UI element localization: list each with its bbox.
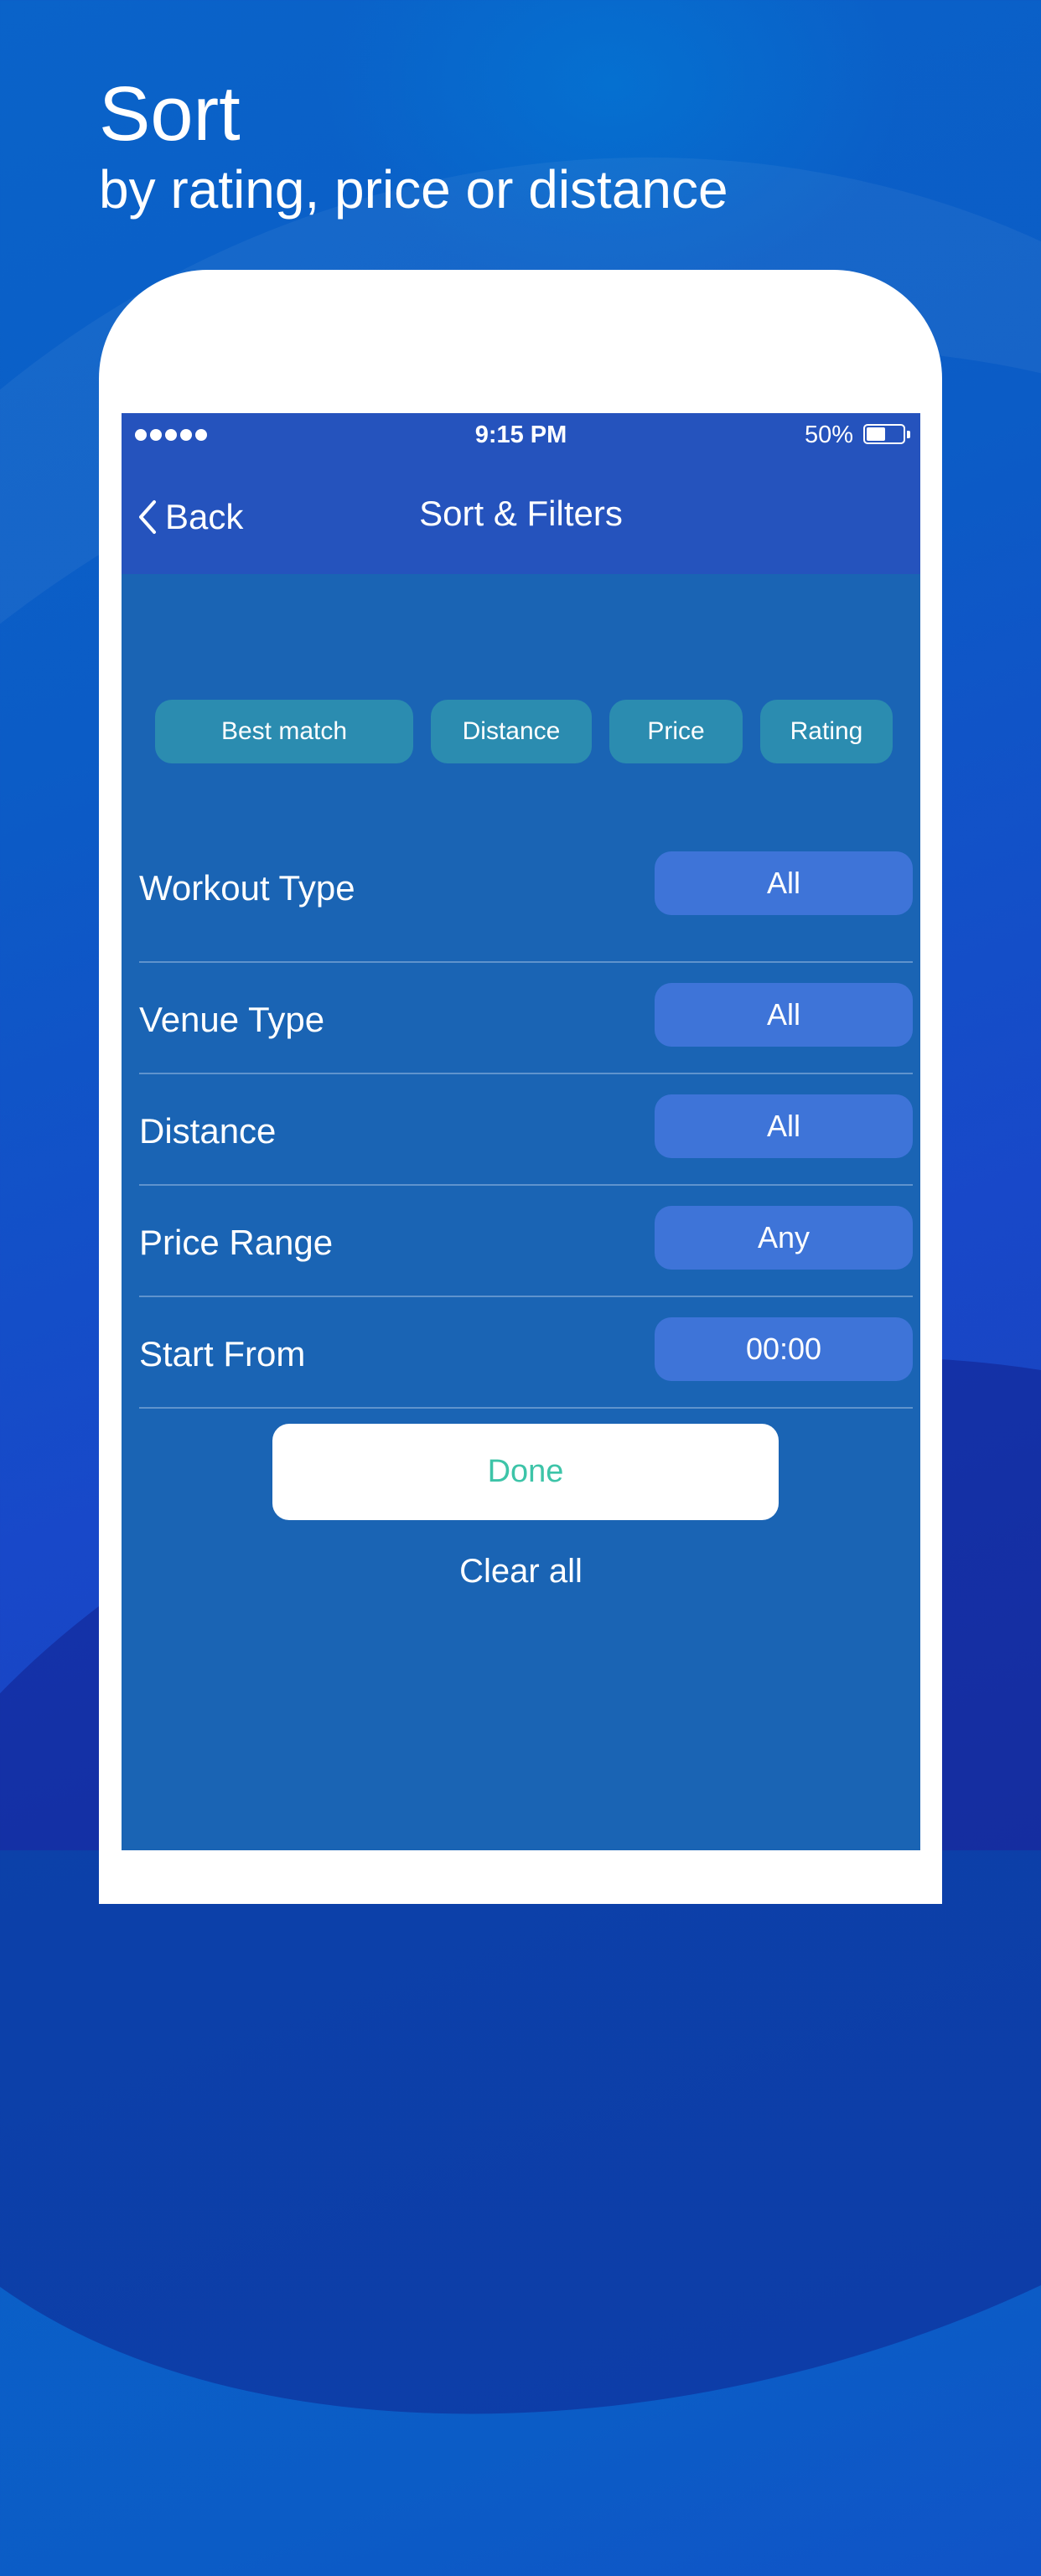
- filter-row-distance: Distance All: [139, 1074, 913, 1186]
- sort-options: Best match Distance Price Rating: [155, 700, 893, 763]
- filter-row-venue-type: Venue Type All: [139, 963, 913, 1074]
- page-title: Sort & Filters: [419, 494, 623, 533]
- start-time-select[interactable]: 00:00: [655, 1317, 913, 1381]
- done-button[interactable]: Done: [272, 1424, 779, 1520]
- clear-all-button[interactable]: Clear all: [122, 1553, 920, 1591]
- promo-headline: Sort by rating, price or distance: [99, 70, 728, 221]
- filter-label: Workout Type: [139, 868, 355, 908]
- sort-rating-button[interactable]: Rating: [760, 700, 893, 763]
- workout-type-select[interactable]: All: [655, 851, 913, 915]
- promo-title: Sort: [99, 71, 241, 157]
- filter-label: Price Range: [139, 1223, 334, 1262]
- battery-percent: 50%: [804, 422, 853, 448]
- sort-distance-button[interactable]: Distance: [431, 700, 592, 763]
- sort-best-match-button[interactable]: Best match: [155, 700, 413, 763]
- filter-label: Distance: [139, 1111, 277, 1151]
- navigation-bar: 9:15 PM 50% Back Sort & Filters: [122, 413, 920, 574]
- battery-icon: [863, 424, 910, 446]
- filter-label: Start From: [139, 1334, 306, 1373]
- distance-select[interactable]: All: [655, 1094, 913, 1158]
- price-range-select[interactable]: Any: [655, 1206, 913, 1270]
- promo-subtitle: by rating, price or distance: [99, 159, 728, 220]
- filter-label: Venue Type: [139, 1000, 325, 1039]
- filter-row-price-range: Price Range Any: [139, 1186, 913, 1297]
- filter-row-start-from: Start From 00:00: [139, 1297, 913, 1409]
- sort-price-button[interactable]: Price: [609, 700, 743, 763]
- status-bar: 9:15 PM 50%: [122, 413, 920, 457]
- filter-list: Workout Type All Venue Type All Distance…: [139, 849, 913, 1409]
- app-screen: 9:15 PM 50% Back Sort & Filters Best mat…: [122, 413, 920, 1850]
- venue-type-select[interactable]: All: [655, 983, 913, 1047]
- filter-row-workout-type: Workout Type All: [139, 849, 913, 963]
- status-time: 9:15 PM: [474, 422, 567, 448]
